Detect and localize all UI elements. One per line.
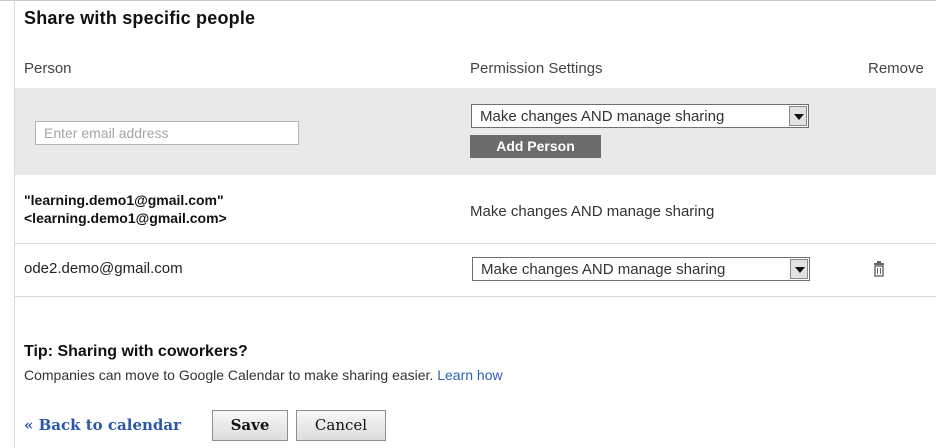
back-to-calendar-link[interactable]: « Back to calendar [24,416,181,434]
permission-select-new[interactable]: Make changes AND manage sharing [471,104,809,128]
dropdown-arrow-icon[interactable] [790,259,808,279]
trash-icon[interactable] [872,261,886,277]
column-header-remove: Remove [868,60,924,77]
tip-text: Companies can move to Google Calendar to… [24,367,503,383]
save-button[interactable]: Save [212,410,288,441]
cancel-button[interactable]: Cancel [296,410,386,441]
top-border [0,0,936,1]
permission-select-row-2[interactable]: Make changes AND manage sharing [472,257,810,281]
row-divider [15,296,936,297]
email-input[interactable] [35,121,299,145]
page-title: Share with specific people [24,8,256,28]
add-person-button[interactable]: Add Person [470,135,601,158]
permission-select-value: Make changes AND manage sharing [480,108,725,125]
column-header-person: Person [24,60,72,77]
person-row-2-email: ode2.demo@gmail.com [24,260,183,277]
learn-how-link[interactable]: Learn how [437,367,502,383]
column-header-permission: Permission Settings [470,60,603,77]
tip-title: Tip: Sharing with coworkers? [24,343,248,360]
dropdown-arrow-icon[interactable] [789,106,807,126]
add-person-row: Make changes AND manage sharing Add Pers… [15,88,936,175]
row-divider [15,243,936,244]
permission-select-value: Make changes AND manage sharing [481,261,726,278]
person-display-name: "learning.demo1@gmail.com" [24,192,224,208]
person-row-1-name: "learning.demo1@gmail.com" <learning.dem… [24,191,227,227]
person-row-1-permission: Make changes AND manage sharing [470,203,715,220]
tip-message: Companies can move to Google Calendar to… [24,367,434,383]
person-email: <learning.demo1@gmail.com> [24,210,227,226]
left-border [14,0,15,448]
